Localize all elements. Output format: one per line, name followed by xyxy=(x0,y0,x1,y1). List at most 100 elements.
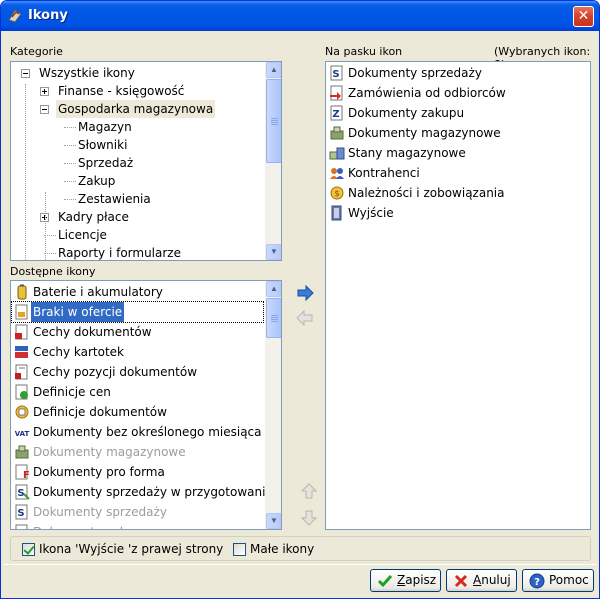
add-icon-arrow-right-icon[interactable] xyxy=(296,285,314,301)
contractors-icon xyxy=(330,168,344,179)
tree-item[interactable]: Zakup xyxy=(11,172,266,190)
help-button[interactable]: ? Pomoc xyxy=(522,569,594,592)
tree-item[interactable]: Wszystkie ikony xyxy=(11,64,266,82)
toolbar-icon-item[interactable]: Kontrahenci xyxy=(327,163,589,183)
cancel-button[interactable]: Anuluj xyxy=(446,569,517,592)
svg-text:?: ? xyxy=(534,577,540,588)
item-label: Baterie i akumulatory xyxy=(33,285,163,299)
toolbar-icon-item[interactable]: Dokumenty magazynowe xyxy=(327,123,589,143)
scroll-thumb[interactable] xyxy=(266,298,281,338)
toolbar-icons-list[interactable]: S Dokumenty sprzedaży Zamówienia od odbior… xyxy=(325,61,591,530)
tree-item[interactable]: Finanse - księgowość xyxy=(11,82,266,100)
toolbar-icon-item[interactable]: $ Należności i zobowiązania xyxy=(327,183,589,203)
title-bar[interactable]: Ikony ✕ xyxy=(1,1,599,31)
tree-connector xyxy=(64,127,76,128)
available-icon-item[interactable]: Cechy dokumentów xyxy=(12,322,263,342)
tree-item[interactable]: Gospodarka magazynowa xyxy=(11,100,266,118)
small-icons-checkbox[interactable] xyxy=(233,543,246,556)
document-definition-icon xyxy=(15,405,29,419)
available-icon-item[interactable]: Dokumenty magazynowe xyxy=(12,442,263,462)
document-shortage-icon xyxy=(15,304,28,320)
collapse-minus-icon[interactable] xyxy=(40,105,49,114)
window-title: Ikony xyxy=(28,8,68,23)
move-down-arrow-icon[interactable] xyxy=(301,510,317,526)
tree-item[interactable]: Zestawienia xyxy=(11,190,266,208)
remove-icon-arrow-left-icon[interactable] xyxy=(296,310,314,326)
svg-text:VAT: VAT xyxy=(15,430,30,438)
tree-connector xyxy=(25,84,26,260)
item-label: Cechy kartotek xyxy=(33,345,124,359)
svg-text:Z: Z xyxy=(17,528,24,530)
available-icon-item[interactable]: Cechy kartotek xyxy=(12,342,263,362)
available-icon-item[interactable]: S Dokumenty sprzedaży w przygotowaniu xyxy=(12,482,273,502)
available-icon-item[interactable]: F Dokumenty pro forma xyxy=(12,462,263,482)
icons-dialog: Ikony ✕ Kategorie Wszystkie ikony Finanse… xyxy=(0,0,600,599)
svg-text:S: S xyxy=(17,488,24,499)
available-icon-item[interactable]: Baterie i akumulatory xyxy=(12,282,263,302)
item-label: Dokumenty sprzedaży w przygotowaniu xyxy=(33,485,274,499)
svg-text:S: S xyxy=(332,69,339,80)
customer-orders-icon xyxy=(330,85,343,101)
available-icon-item[interactable]: S Dokumenty sprzedaży xyxy=(12,502,263,522)
tree-item[interactable]: Licencje xyxy=(11,226,266,244)
exit-right-label[interactable]: Ikona 'Wyjście 'z prawej strony xyxy=(39,542,223,556)
save-button[interactable]: Zapisz xyxy=(370,569,441,592)
toolbar-icon-item[interactable]: Wyjście xyxy=(327,203,589,223)
tree-item-label: Licencje xyxy=(58,228,107,242)
scroll-up-button[interactable]: ▲ xyxy=(266,281,281,297)
sales-docs-icon: S xyxy=(15,504,28,520)
tree-connector xyxy=(64,181,76,182)
tree-item[interactable]: Sprzedaż xyxy=(11,154,266,172)
exit-right-checkbox[interactable] xyxy=(22,543,35,556)
expand-plus-icon[interactable] xyxy=(40,87,49,96)
receivables-icon: $ xyxy=(330,186,344,200)
scroll-thumb[interactable] xyxy=(266,79,281,163)
scroll-up-button[interactable]: ▲ xyxy=(266,62,281,78)
tree-item[interactable]: Magazyn xyxy=(11,118,266,136)
item-label: Należności i zobowiązania xyxy=(348,186,505,200)
tree-item[interactable]: Raporty i formularze xyxy=(11,244,266,260)
tree-item[interactable]: Słowniki xyxy=(11,136,266,154)
categories-tree[interactable]: Wszystkie ikony Finanse - księgowość Gospo… xyxy=(10,61,282,261)
cancel-x-icon xyxy=(454,574,468,588)
close-button[interactable]: ✕ xyxy=(573,6,594,27)
item-label: Dokumenty bez określonego miesiąca ewi xyxy=(33,425,282,439)
options-group: Ikona 'Wyjście 'z prawej strony Małe iko… xyxy=(10,536,591,561)
available-icon-item[interactable]: Definicje dokumentów xyxy=(12,402,263,422)
categories-label: Kategorie xyxy=(10,45,63,58)
tree-item-label: Sprzedaż xyxy=(78,156,134,170)
categories-scrollbar[interactable]: ▲ ▼ xyxy=(265,62,281,260)
available-icon-item[interactable]: VAT Dokumenty bez określonego miesiąca ew… xyxy=(12,422,281,442)
tree-item-label: Słowniki xyxy=(78,138,128,152)
svg-text:$: $ xyxy=(334,189,339,198)
available-icon-item[interactable]: Definicje cen xyxy=(12,382,263,402)
scroll-down-button[interactable]: ▼ xyxy=(266,244,281,260)
tree-item[interactable]: Kadry płace xyxy=(11,208,266,226)
help-icon: ? xyxy=(529,573,545,589)
tree-item-label: Zestawienia xyxy=(78,192,151,206)
svg-text:F: F xyxy=(23,470,30,480)
item-label: Stany magazynowe xyxy=(348,146,466,160)
move-up-arrow-icon[interactable] xyxy=(301,483,317,499)
available-icon-item[interactable]: Z Dokumenty zakupu xyxy=(12,522,263,530)
available-icons-list[interactable]: Baterie i akumulatory Braki w ofercie Cech… xyxy=(10,280,282,530)
collapse-minus-icon[interactable] xyxy=(21,69,30,78)
svg-text:S: S xyxy=(17,508,24,519)
toolbar-icon-item[interactable]: Stany magazynowe xyxy=(327,143,589,163)
item-label: Zamówienia od odbiorców xyxy=(348,86,506,100)
small-icons-label[interactable]: Małe ikony xyxy=(250,542,314,556)
scroll-down-button[interactable]: ▼ xyxy=(266,513,281,529)
item-label: Dokumenty pro forma xyxy=(33,465,165,479)
exit-icon xyxy=(331,205,342,221)
item-label: Cechy dokumentów xyxy=(33,325,152,339)
toolbar-icon-item[interactable]: Z Dokumenty zakupu xyxy=(327,103,589,123)
toolbar-icon-item[interactable]: Zamówienia od odbiorców xyxy=(327,83,589,103)
available-icon-item[interactable]: Braki w ofercie xyxy=(11,301,264,323)
tree-item-label: Zakup xyxy=(78,174,116,188)
item-label: Dokumenty sprzedaży xyxy=(348,66,482,80)
item-label: Cechy pozycji dokumentów xyxy=(33,365,198,379)
available-scrollbar[interactable]: ▲ ▼ xyxy=(265,281,281,529)
toolbar-icon-item[interactable]: S Dokumenty sprzedaży xyxy=(327,63,589,83)
battery-icon xyxy=(17,284,27,300)
available-icon-item[interactable]: Cechy pozycji dokumentów xyxy=(12,362,263,382)
